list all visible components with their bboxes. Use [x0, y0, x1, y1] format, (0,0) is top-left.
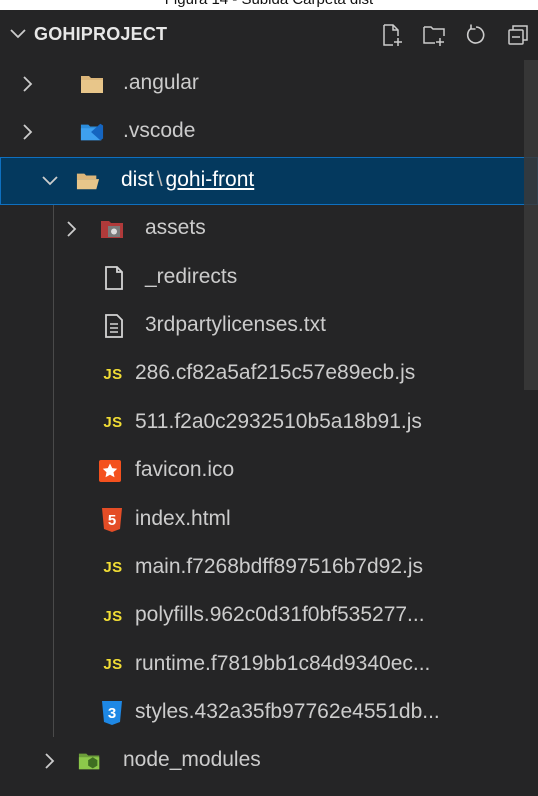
- tree-item-label: polyfills.962c0d31f0bf535277...: [135, 603, 425, 627]
- file-tree: .angular .vscode dist \ gohi-front assets …: [0, 60, 538, 786]
- vscode-folder-icon: [80, 120, 104, 144]
- explorer-header[interactable]: GOHIPROJECT: [0, 10, 538, 60]
- tree-item-css-styles[interactable]: 3 styles.432a35fb97762e4551db...: [0, 689, 538, 737]
- chevron-right-icon[interactable]: [62, 219, 82, 239]
- tree-item-angular[interactable]: .angular: [0, 60, 538, 108]
- caption-text: Figura 14 - Subida Carpeta dist: [0, 0, 538, 8]
- tree-item-label: 511.f2a0c2932510b5a18b91.js: [135, 409, 422, 433]
- chevron-right-icon[interactable]: [18, 122, 38, 142]
- tree-item-label: runtime.f7819bb1c84d9340ec...: [135, 651, 431, 675]
- open-folder-icon: [76, 169, 100, 193]
- css-icon-glyph: 3: [108, 705, 116, 722]
- tree-item-js-511[interactable]: JS 511.f2a0c2932510b5a18b91.js: [0, 399, 538, 447]
- tree-item-js-polyfills[interactable]: JS polyfills.962c0d31f0bf535277...: [0, 592, 538, 640]
- new-folder-button[interactable]: [420, 21, 448, 49]
- tree-item-label: main.f7268bdff897516b7d92.js: [135, 554, 424, 578]
- css-icon: 3: [100, 701, 124, 726]
- tree-item-label: _redirects: [145, 264, 238, 288]
- node-folder-icon: [78, 749, 102, 773]
- tree-item-vscode[interactable]: .vscode: [0, 108, 538, 156]
- project-title[interactable]: GOHIPROJECT: [34, 24, 167, 45]
- subfolder-name: gohi-front: [165, 167, 255, 191]
- tree-item-label: dist \ gohi-front: [121, 168, 254, 192]
- html-icon: 5: [100, 507, 124, 532]
- chevron-down-icon[interactable]: [8, 24, 28, 44]
- tree-item-node-modules[interactable]: node_modules: [0, 737, 538, 785]
- javascript-icon: JS: [103, 607, 123, 625]
- javascript-icon: JS: [103, 559, 123, 577]
- tree-item-label: assets: [145, 216, 206, 240]
- html-icon-glyph: 5: [108, 512, 116, 529]
- file-icon: [102, 265, 126, 290]
- text-file-icon: [102, 314, 126, 338]
- new-file-icon: [383, 24, 402, 46]
- chevron-down-icon[interactable]: [40, 171, 60, 191]
- scrollbar[interactable]: [524, 60, 538, 390]
- tree-item-js-main[interactable]: JS main.f7268bdff897516b7d92.js: [0, 544, 538, 592]
- new-folder-icon: [423, 26, 445, 46]
- favicon-icon: [98, 459, 122, 483]
- tree-item-licenses[interactable]: 3rdpartylicenses.txt: [0, 302, 538, 350]
- explorer-actions: [378, 21, 532, 49]
- tree-item-label: favicon.ico: [135, 458, 235, 482]
- javascript-icon: JS: [103, 365, 123, 383]
- tree-item-js-runtime[interactable]: JS runtime.f7819bb1c84d9340ec...: [0, 641, 538, 689]
- tree-item-label: node_modules: [123, 748, 261, 772]
- refresh-icon: [466, 24, 485, 44]
- tree-item-js-286[interactable]: JS 286.cf82a5af215c57e89ecb.js: [0, 350, 538, 398]
- refresh-button[interactable]: [462, 21, 490, 49]
- tree-item-favicon[interactable]: favicon.ico: [0, 447, 538, 495]
- javascript-icon: JS: [103, 656, 123, 674]
- collapse-all-button[interactable]: [504, 21, 532, 49]
- tree-item-label: .angular: [123, 71, 199, 94]
- tree-item-assets[interactable]: assets: [0, 205, 538, 253]
- chevron-right-icon[interactable]: [40, 751, 60, 771]
- collapse-all-icon: [508, 25, 528, 45]
- tree-item-redirects[interactable]: _redirects: [0, 254, 538, 302]
- tree-item-index-html[interactable]: 5 index.html: [0, 496, 538, 544]
- folder-icon: [80, 72, 104, 96]
- tree-item-dist[interactable]: dist \ gohi-front: [0, 156, 538, 206]
- tree-item-label: 286.cf82a5af215c57e89ecb.js: [135, 361, 416, 385]
- document-caption: Figura 14 - Subida Carpeta dist: [0, 0, 538, 10]
- new-file-button[interactable]: [378, 21, 406, 49]
- path-separator: \: [156, 167, 163, 191]
- tree-item-label: index.html: [135, 506, 231, 530]
- tree-item-label: .vscode: [123, 119, 196, 143]
- assets-folder-icon: [100, 217, 124, 241]
- tree-item-label: styles.432a35fb97762e4551db...: [135, 700, 440, 724]
- folder-name: dist: [121, 167, 154, 191]
- tree-item-label: 3rdpartylicenses.txt: [145, 312, 326, 336]
- chevron-right-icon[interactable]: [18, 74, 38, 94]
- javascript-icon: JS: [103, 414, 123, 432]
